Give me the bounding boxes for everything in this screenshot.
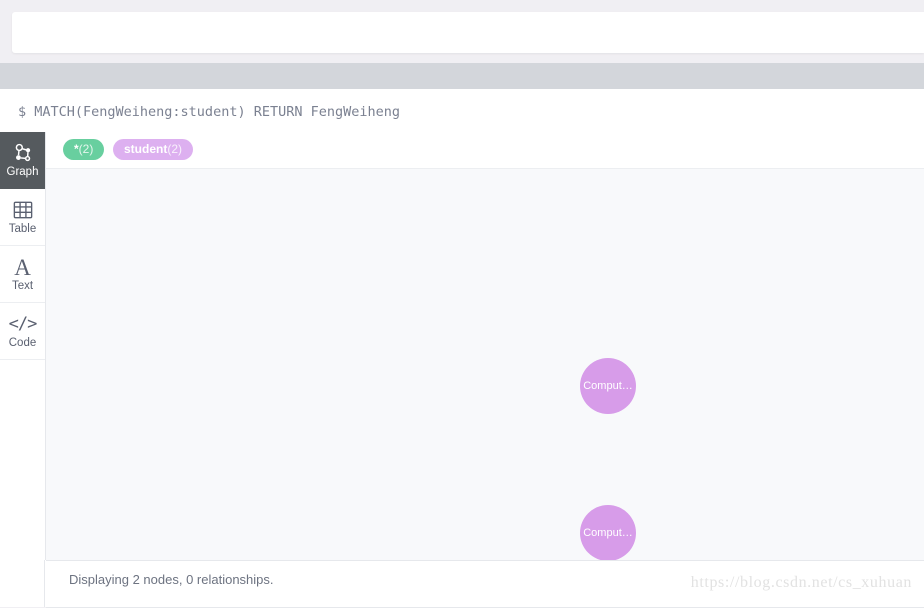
graph-node-caption: Comput… — [583, 380, 633, 392]
view-tab-code[interactable]: </> Code — [0, 303, 45, 360]
graph-legend-strip: *(2) student(2) — [46, 132, 924, 169]
watermark-text: https://blog.csdn.net/cs_xuhuan — [691, 574, 912, 592]
legend-pill-all-count: (2) — [79, 142, 94, 156]
table-icon — [12, 199, 34, 222]
legend-pill-all-label: * — [74, 142, 79, 156]
query-editor-line[interactable]: $ MATCH(FengWeiheng:student) RETURN Feng… — [50, 12, 916, 53]
result-status-text: Displaying 2 nodes, 0 relationships. — [69, 572, 274, 587]
graph-node[interactable]: Comput… — [580, 358, 636, 414]
query-editor-card[interactable]: $ MATCH(FengWeiheng:student) RETURN Feng… — [12, 12, 924, 53]
panel-separator-band — [0, 63, 924, 89]
graph-node[interactable]: Comput… — [580, 505, 636, 560]
result-query-echo: $ MATCH(FengWeiheng:student) RETURN Feng… — [18, 104, 400, 120]
view-tab-code-label: Code — [9, 337, 37, 350]
legend-pill-all-nodes[interactable]: *(2) — [63, 139, 104, 160]
legend-pill-student-count: (2) — [167, 142, 182, 156]
graph-node-caption: Comput… — [583, 527, 633, 539]
view-tab-table-label: Table — [9, 223, 37, 236]
graph-visualization-canvas[interactable]: Comput… Comput… — [46, 169, 924, 560]
text-icon: A — [14, 256, 31, 279]
view-tab-text[interactable]: A Text — [0, 246, 45, 303]
code-icon: </> — [9, 313, 37, 336]
view-tab-table[interactable]: Table — [0, 189, 45, 246]
view-tab-text-label: Text — [12, 280, 33, 293]
graph-icon — [12, 142, 34, 165]
sidebar-footer-filler — [0, 560, 45, 607]
view-tab-graph[interactable]: Graph — [0, 132, 45, 189]
results-frame: $ MATCH(FengWeiheng:student) RETURN Feng… — [0, 89, 924, 607]
legend-pill-student-label: student — [124, 142, 167, 156]
view-tab-graph-label: Graph — [7, 166, 39, 179]
view-mode-sidebar: Graph Table A Text </> — [0, 132, 46, 560]
legend-pill-student[interactable]: student(2) — [113, 139, 193, 160]
